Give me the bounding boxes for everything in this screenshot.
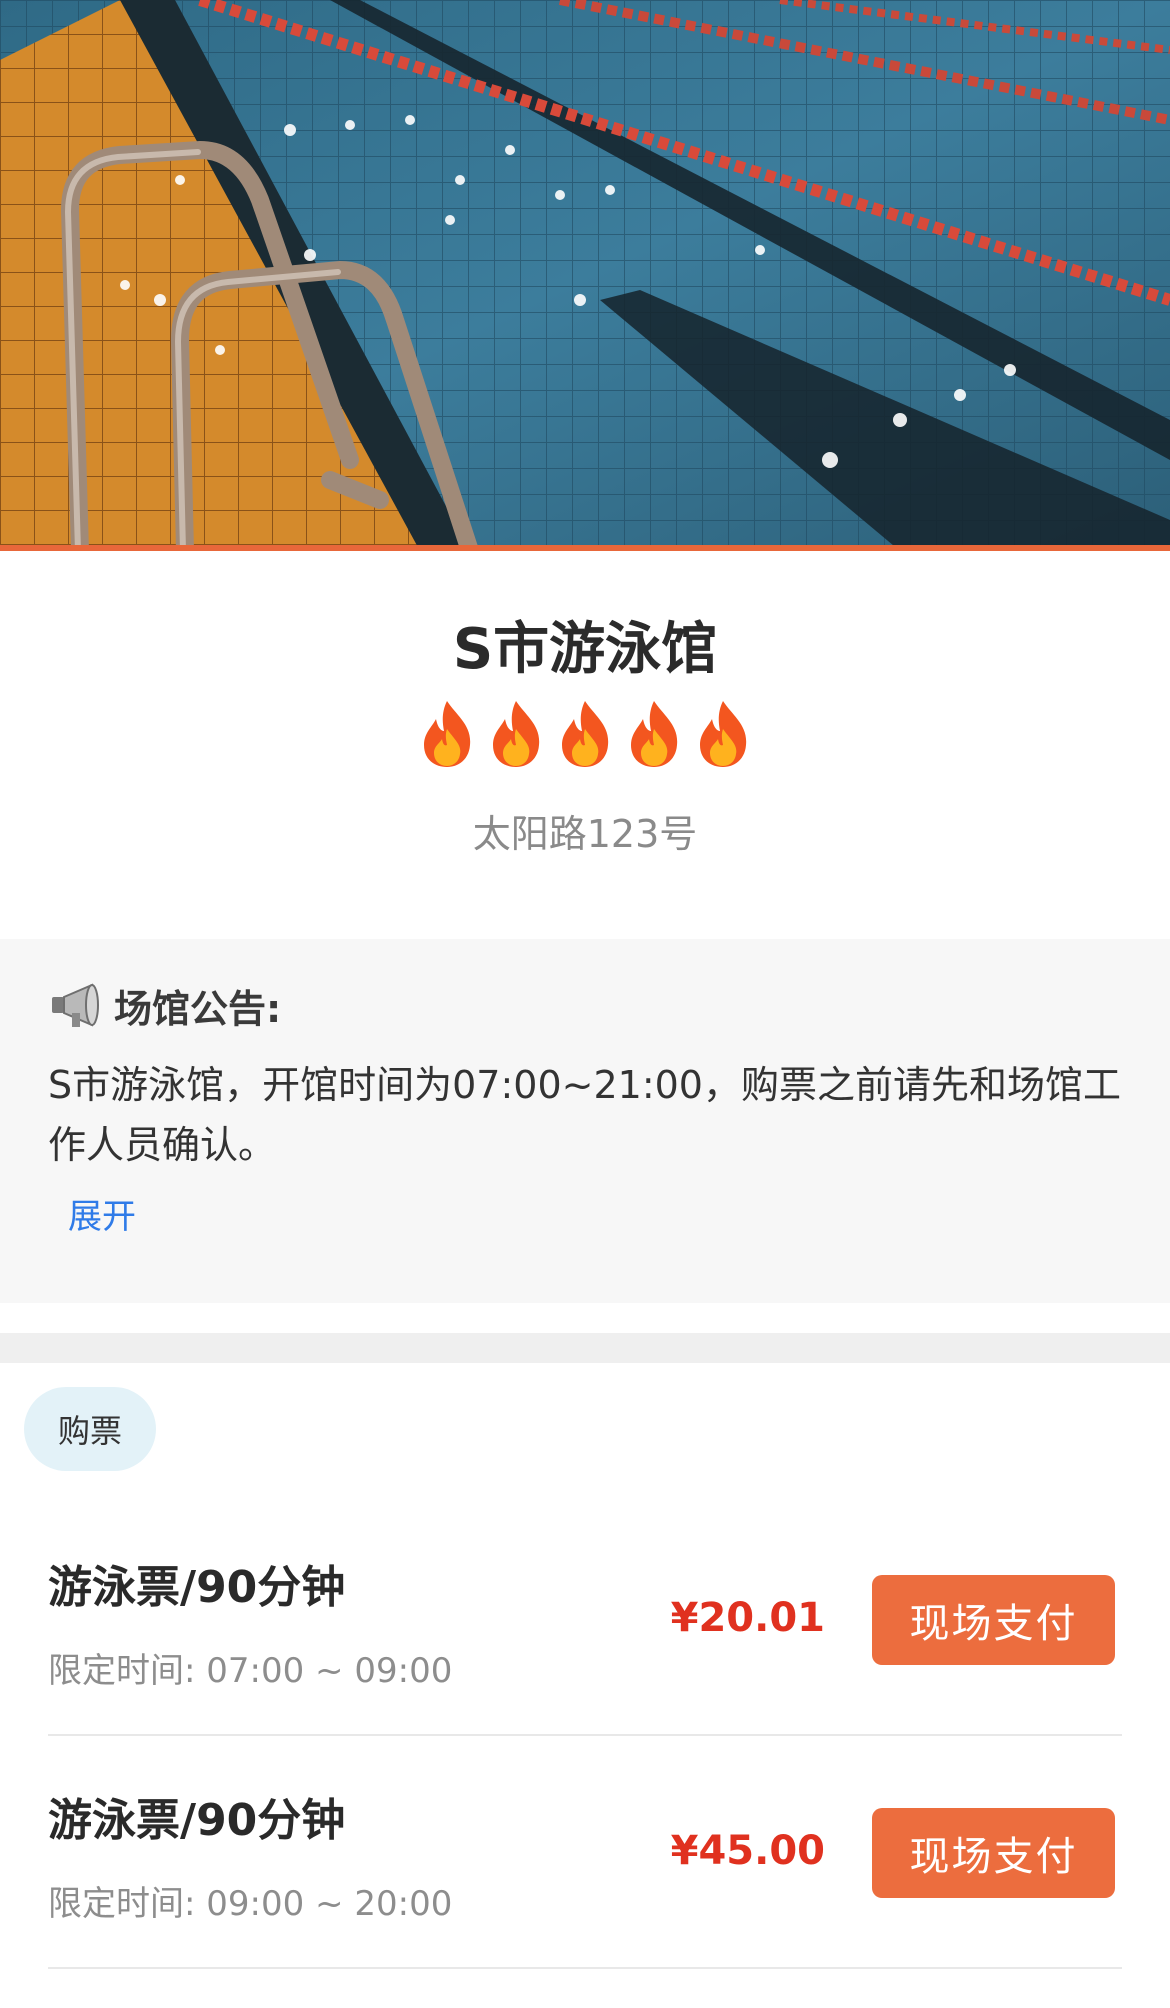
ticket-time-limit: 限定时间: 07:00 ~ 09:00 [48, 1651, 453, 1691]
ticket-section: 购票 游泳票/90分钟 限定时间: 07:00 ~ 09:00 ¥20.01 现… [0, 1363, 1170, 1969]
venue-name: S市游泳馆 [452, 617, 718, 682]
ticket-row: 游泳票/90分钟 限定时间: 07:00 ~ 09:00 ¥20.01 现场支付 [48, 1503, 1122, 1736]
fire-icon [423, 701, 470, 767]
venue-address: 太阳路123号 [472, 812, 698, 856]
ticket-name: 游泳票/90分钟 [48, 1795, 346, 1846]
notice-header: 场馆公告: [48, 977, 1122, 1033]
tab-buy-ticket[interactable]: 购票 [24, 1387, 156, 1471]
pay-on-site-button[interactable]: 现场支付 [872, 1575, 1115, 1665]
fire-icon [561, 701, 608, 767]
pay-on-site-button[interactable]: 现场支付 [872, 1808, 1115, 1898]
venue-notice: 场馆公告: S市游泳馆，开馆时间为07:00~21:00，购票之前请先和场馆工作… [0, 939, 1170, 1303]
megaphone-icon [52, 983, 99, 1027]
hero-image [0, 0, 1170, 551]
ticket-price: ¥20.01 [670, 1595, 825, 1641]
ticket-price: ¥45.00 [670, 1828, 825, 1874]
ticket-time-limit: 限定时间: 09:00 ~ 20:00 [48, 1884, 453, 1924]
venue-header: S市游泳馆 太阳路123号 [0, 551, 1170, 939]
fire-icon [630, 701, 677, 767]
venue-rating [0, 699, 1170, 769]
notice-body: S市游泳馆，开馆时间为07:00~21:00，购票之前请先和场馆工作人员确认。 [48, 1063, 1121, 1167]
section-divider [0, 1333, 1170, 1363]
ticket-name: 游泳票/90分钟 [48, 1562, 346, 1613]
fire-icon [699, 701, 746, 767]
notice-title: 场馆公告: [114, 986, 282, 1031]
swimming-pool-photo [0, 0, 1170, 545]
fire-icon [492, 701, 539, 767]
expand-link[interactable]: 展开 [68, 1189, 136, 1238]
ticket-row: 游泳票/90分钟 限定时间: 09:00 ~ 20:00 ¥45.00 现场支付 [48, 1736, 1122, 1969]
ticket-list: 游泳票/90分钟 限定时间: 07:00 ~ 09:00 ¥20.01 现场支付… [48, 1363, 1122, 1969]
